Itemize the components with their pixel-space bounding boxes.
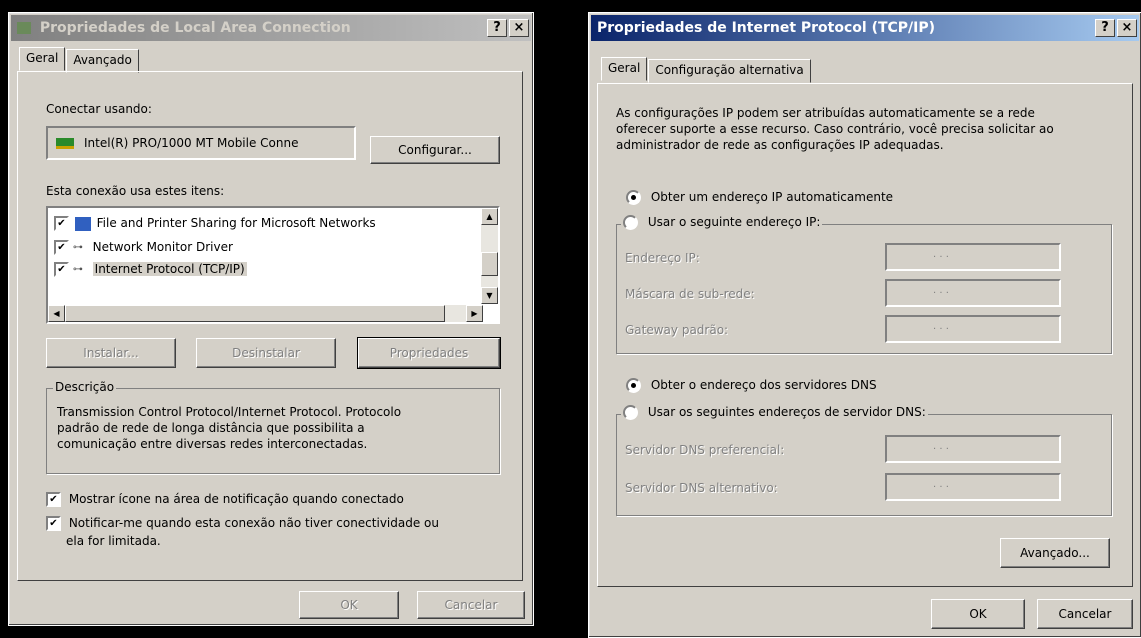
properties-button[interactable]: Propriedades bbox=[357, 337, 501, 369]
manual-dns-label: Usar os seguintes endereços de servidor … bbox=[647, 405, 926, 419]
left-titlebar[interactable]: Propriedades de Local Area Connection ? … bbox=[11, 15, 531, 41]
help-button[interactable]: ? bbox=[487, 19, 507, 37]
checkbox-checked[interactable]: ✔ bbox=[54, 262, 69, 277]
right-window-title: Propriedades de Internet Protocol (TCP/I… bbox=[597, 20, 936, 36]
notify-label-line-1: Notificar-me quando esta conexão não tiv… bbox=[68, 516, 439, 530]
network-card-icon bbox=[56, 138, 74, 149]
scroll-thumb[interactable] bbox=[481, 252, 498, 276]
tab-geral[interactable]: Geral bbox=[601, 57, 648, 81]
description-line-1: Transmission Control Protocol/Internet P… bbox=[57, 405, 402, 419]
network-protocol-icon: ⊶ bbox=[72, 264, 83, 275]
tcpip-properties-dialog: Propriedades de Internet Protocol (TCP/I… bbox=[588, 12, 1141, 638]
items-label: Esta conexão usa estes itens: bbox=[46, 184, 225, 198]
auto-ip-option[interactable]: Obter um endereço IP automaticamente bbox=[626, 190, 893, 205]
advanced-button[interactable]: Avançado... bbox=[1000, 538, 1110, 568]
auto-ip-label: Obter um endereço IP automaticamente bbox=[650, 190, 894, 204]
gateway-label: Gateway padrão: bbox=[625, 323, 729, 337]
list-item-label: File and Printer Sharing for Microsoft N… bbox=[96, 216, 376, 230]
cancel-button[interactable]: Cancelar bbox=[1037, 599, 1133, 629]
adapter-name: Intel(R) PRO/1000 MT Mobile Conne bbox=[84, 136, 299, 150]
list-item-label: Internet Protocol (TCP/IP) bbox=[92, 262, 247, 276]
cancel-button[interactable]: Cancelar bbox=[417, 591, 525, 619]
checkbox-checked[interactable]: ✔ bbox=[46, 492, 61, 507]
description-group: Descrição Transmission Control Protocol/… bbox=[46, 380, 500, 474]
network-protocol-icon: ⊶ bbox=[72, 242, 83, 253]
checkbox-checked[interactable]: ✔ bbox=[54, 216, 69, 231]
manual-ip-label: Usar o seguinte endereço IP: bbox=[647, 215, 821, 229]
printer-sharing-icon bbox=[74, 216, 91, 231]
dns-alternate-label: Servidor DNS alternativo: bbox=[625, 481, 778, 495]
radio-unselected[interactable] bbox=[623, 405, 638, 420]
gateway-field[interactable]: . . . bbox=[885, 315, 1061, 343]
right-tab-panel: As configurações IP podem ser atribuídas… bbox=[597, 83, 1133, 587]
close-button[interactable]: × bbox=[509, 19, 529, 37]
ip-field-separators: . . . bbox=[933, 321, 949, 332]
description-line-3: comunicação entre diversas redes interco… bbox=[57, 437, 368, 451]
notify-option[interactable]: ✔ Notificar-me quando esta conexão não t… bbox=[46, 516, 439, 531]
help-button[interactable]: ? bbox=[1095, 19, 1115, 37]
vertical-scrollbar[interactable]: ▲ ▼ bbox=[481, 208, 498, 304]
ip-field-separators: . . . bbox=[933, 479, 949, 490]
checkbox-checked[interactable]: ✔ bbox=[46, 516, 61, 531]
dns-preferred-field[interactable]: . . . bbox=[885, 435, 1061, 463]
close-button[interactable]: × bbox=[1117, 19, 1137, 37]
intro-line-1: As configurações IP podem ser atribuídas… bbox=[616, 106, 1035, 120]
radio-unselected[interactable] bbox=[623, 215, 638, 230]
list-item[interactable]: ✔ ⊶ Network Monitor Driver bbox=[54, 240, 233, 255]
ip-field-separators: . . . bbox=[933, 441, 949, 452]
tab-geral[interactable]: Geral bbox=[19, 47, 66, 71]
dns-alternate-field[interactable]: . . . bbox=[885, 473, 1061, 501]
checkbox-checked[interactable]: ✔ bbox=[54, 240, 69, 255]
horizontal-scrollbar[interactable]: ◀ ▶ bbox=[48, 305, 483, 322]
configure-button[interactable]: Configurar... bbox=[370, 136, 500, 164]
scroll-down-arrow-icon[interactable]: ▼ bbox=[481, 287, 498, 304]
auto-dns-label: Obter o endereço dos servidores DNS bbox=[650, 378, 877, 392]
manual-ip-option[interactable]: Usar o seguinte endereço IP: bbox=[621, 215, 823, 230]
right-titlebar[interactable]: Propriedades de Internet Protocol (TCP/I… bbox=[591, 15, 1139, 41]
show-icon-option[interactable]: ✔ Mostrar ícone na área de notificação q… bbox=[46, 492, 404, 507]
subnet-mask-field[interactable]: . . . bbox=[885, 279, 1061, 307]
list-item[interactable]: ✔ ⊶ Internet Protocol (TCP/IP) bbox=[54, 262, 247, 277]
show-icon-label: Mostrar ícone na área de notificação qua… bbox=[68, 492, 404, 506]
ip-field-separators: . . . bbox=[933, 285, 949, 296]
left-tab-panel: Conectar usando: Intel(R) PRO/1000 MT Mo… bbox=[17, 71, 523, 581]
list-item[interactable]: ✔ File and Printer Sharing for Microsoft… bbox=[54, 216, 376, 231]
scroll-left-arrow-icon[interactable]: ◀ bbox=[48, 305, 65, 322]
network-icon bbox=[17, 22, 31, 34]
local-area-connection-dialog: Propriedades de Local Area Connection ? … bbox=[8, 12, 534, 626]
manual-dns-option[interactable]: Usar os seguintes endereços de servidor … bbox=[621, 405, 928, 420]
radio-selected[interactable] bbox=[626, 190, 641, 205]
list-item-label: Network Monitor Driver bbox=[92, 240, 233, 254]
notify-label-line-2: ela for limitada. bbox=[66, 534, 161, 548]
tab-avancado[interactable]: Avançado bbox=[66, 49, 139, 73]
dns-preferred-label: Servidor DNS preferencial: bbox=[625, 443, 785, 457]
scroll-up-arrow-icon[interactable]: ▲ bbox=[481, 208, 498, 225]
auto-dns-option[interactable]: Obter o endereço dos servidores DNS bbox=[626, 378, 877, 393]
tab-configuracao-alternativa[interactable]: Configuração alternativa bbox=[648, 59, 811, 83]
intro-line-3: administrador de rede as configurações I… bbox=[616, 138, 944, 152]
ok-button[interactable]: OK bbox=[931, 599, 1025, 629]
manual-dns-group: Usar os seguintes endereços de servidor … bbox=[616, 405, 1112, 516]
intro-line-2: oferecer suporte a esse recurso. Caso co… bbox=[616, 122, 1054, 136]
uninstall-button[interactable]: Desinstalar bbox=[196, 338, 336, 368]
adapter-field: Intel(R) PRO/1000 MT Mobile Conne bbox=[46, 126, 356, 160]
ip-address-label: Endereço IP: bbox=[625, 251, 700, 265]
ok-button[interactable]: OK bbox=[299, 591, 399, 619]
subnet-mask-label: Máscara de sub-rede: bbox=[625, 287, 755, 301]
components-list: ✔ File and Printer Sharing for Microsoft… bbox=[46, 206, 500, 324]
radio-selected[interactable] bbox=[626, 378, 641, 393]
ip-field-separators: . . . bbox=[933, 249, 949, 260]
install-button[interactable]: Instalar... bbox=[46, 338, 176, 368]
connect-using-label: Conectar usando: bbox=[46, 102, 152, 116]
scroll-thumb-horizontal[interactable] bbox=[65, 305, 445, 322]
manual-ip-group: Usar o seguinte endereço IP: Endereço IP… bbox=[616, 215, 1112, 354]
description-title: Descrição bbox=[53, 380, 117, 394]
left-window-title: Propriedades de Local Area Connection bbox=[39, 20, 351, 36]
scroll-right-arrow-icon[interactable]: ▶ bbox=[466, 305, 483, 322]
ip-address-field[interactable]: . . . bbox=[885, 243, 1061, 271]
description-line-2: padrão de rede de longa distância que po… bbox=[57, 421, 365, 435]
